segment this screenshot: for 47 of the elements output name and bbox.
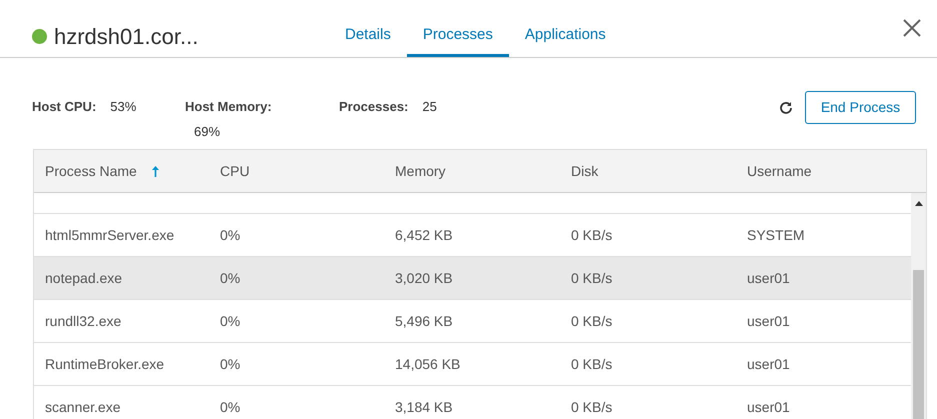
- column-header[interactable]: Username: [747, 160, 812, 182]
- scrollbar[interactable]: [911, 193, 926, 419]
- table-cell: user01: [747, 270, 790, 286]
- scroll-up-icon[interactable]: [914, 201, 922, 206]
- table-cell: 0%: [220, 312, 240, 328]
- table-cell: notepad.exe: [45, 270, 122, 286]
- column-header[interactable]: CPU: [220, 160, 250, 182]
- table-cell: RuntimeBroker.exe: [45, 356, 164, 372]
- table-cell: 0%: [220, 398, 240, 414]
- table-cell: 0%: [220, 226, 240, 242]
- table-cell: 0%: [220, 356, 240, 372]
- column-header[interactable]: Disk: [571, 160, 598, 182]
- column-header[interactable]: Memory: [395, 160, 446, 182]
- table-cell: 14,056 KB: [395, 356, 460, 372]
- table-cell: user01: [747, 356, 790, 372]
- table-cell: 0 KB/s: [571, 356, 612, 372]
- table-cell: 0 KB/s: [571, 226, 612, 242]
- tab[interactable]: Details: [329, 17, 407, 57]
- stat-value: 53%: [110, 98, 136, 116]
- table-cell: 6,452 KB: [395, 226, 453, 242]
- table-cell: 3,020 KB: [395, 270, 453, 286]
- column-header[interactable]: Process Name: [45, 160, 137, 182]
- table-cell: 0 KB/s: [571, 398, 612, 414]
- table-cell: 0 KB/s: [571, 312, 612, 328]
- table-cell: 3,184 KB: [395, 398, 453, 414]
- stat-label: Host CPU:: [32, 98, 96, 116]
- table-row[interactable]: notepad.exe 0% 3,020 KB 0 KB/s user01: [34, 257, 912, 300]
- refresh-icon[interactable]: [779, 100, 793, 114]
- end-process-button[interactable]: End Process: [805, 91, 916, 124]
- window-title: hzrdsh01.cor...: [54, 23, 198, 51]
- table-cell: user01: [747, 312, 790, 328]
- table-cell: user01: [747, 398, 790, 414]
- stat-value: 25: [422, 98, 437, 116]
- tab[interactable]: Applications: [508, 17, 622, 57]
- table-cell: 0 KB/s: [571, 270, 612, 286]
- tab[interactable]: Processes: [406, 17, 509, 57]
- stat-label: Host Memory:: [185, 98, 272, 116]
- close-icon[interactable]: [903, 19, 921, 37]
- stat-value: 69%: [193, 122, 220, 140]
- table-cell: html5mmrServer.exe: [45, 226, 174, 242]
- table-cell: SYSTEM: [747, 226, 805, 242]
- table-cell: rundll32.exe: [45, 312, 122, 328]
- sort-arrow-icon[interactable]: [152, 166, 159, 176]
- table-cell: 0%: [220, 270, 240, 286]
- table-cell: 5,496 KB: [395, 312, 453, 328]
- stat-label: Processes:: [339, 98, 408, 116]
- table-cell: scanner.exe: [45, 398, 120, 414]
